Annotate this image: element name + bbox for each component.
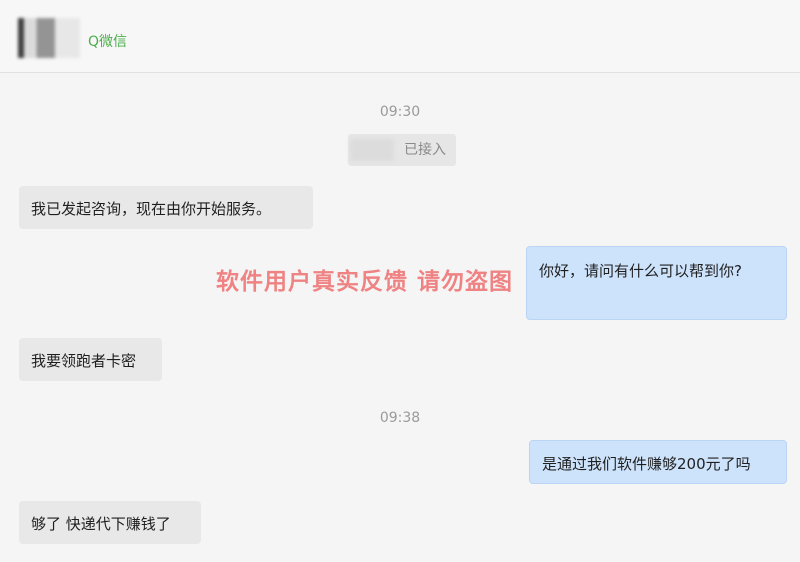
chat-header: Q微信	[0, 0, 800, 73]
blurred-agent-name	[350, 139, 394, 161]
message-incoming: 我要领跑者卡密	[19, 338, 162, 381]
watermark-text: 软件用户真实反馈 请勿盗图	[216, 269, 514, 295]
blurred-contact-name	[18, 18, 80, 58]
message-outgoing: 是通过我们软件赚够200元了吗	[529, 440, 787, 484]
timestamp: 09:38	[379, 410, 421, 426]
timestamp: 09:30	[379, 104, 421, 120]
channel-label: Q微信	[88, 34, 128, 50]
message-outgoing: 你好，请问有什么可以帮到你?	[526, 246, 787, 320]
message-incoming: 够了 快递代下赚钱了	[19, 501, 201, 544]
message-incoming: 我已发起咨询，现在由你开始服务。	[19, 186, 313, 229]
